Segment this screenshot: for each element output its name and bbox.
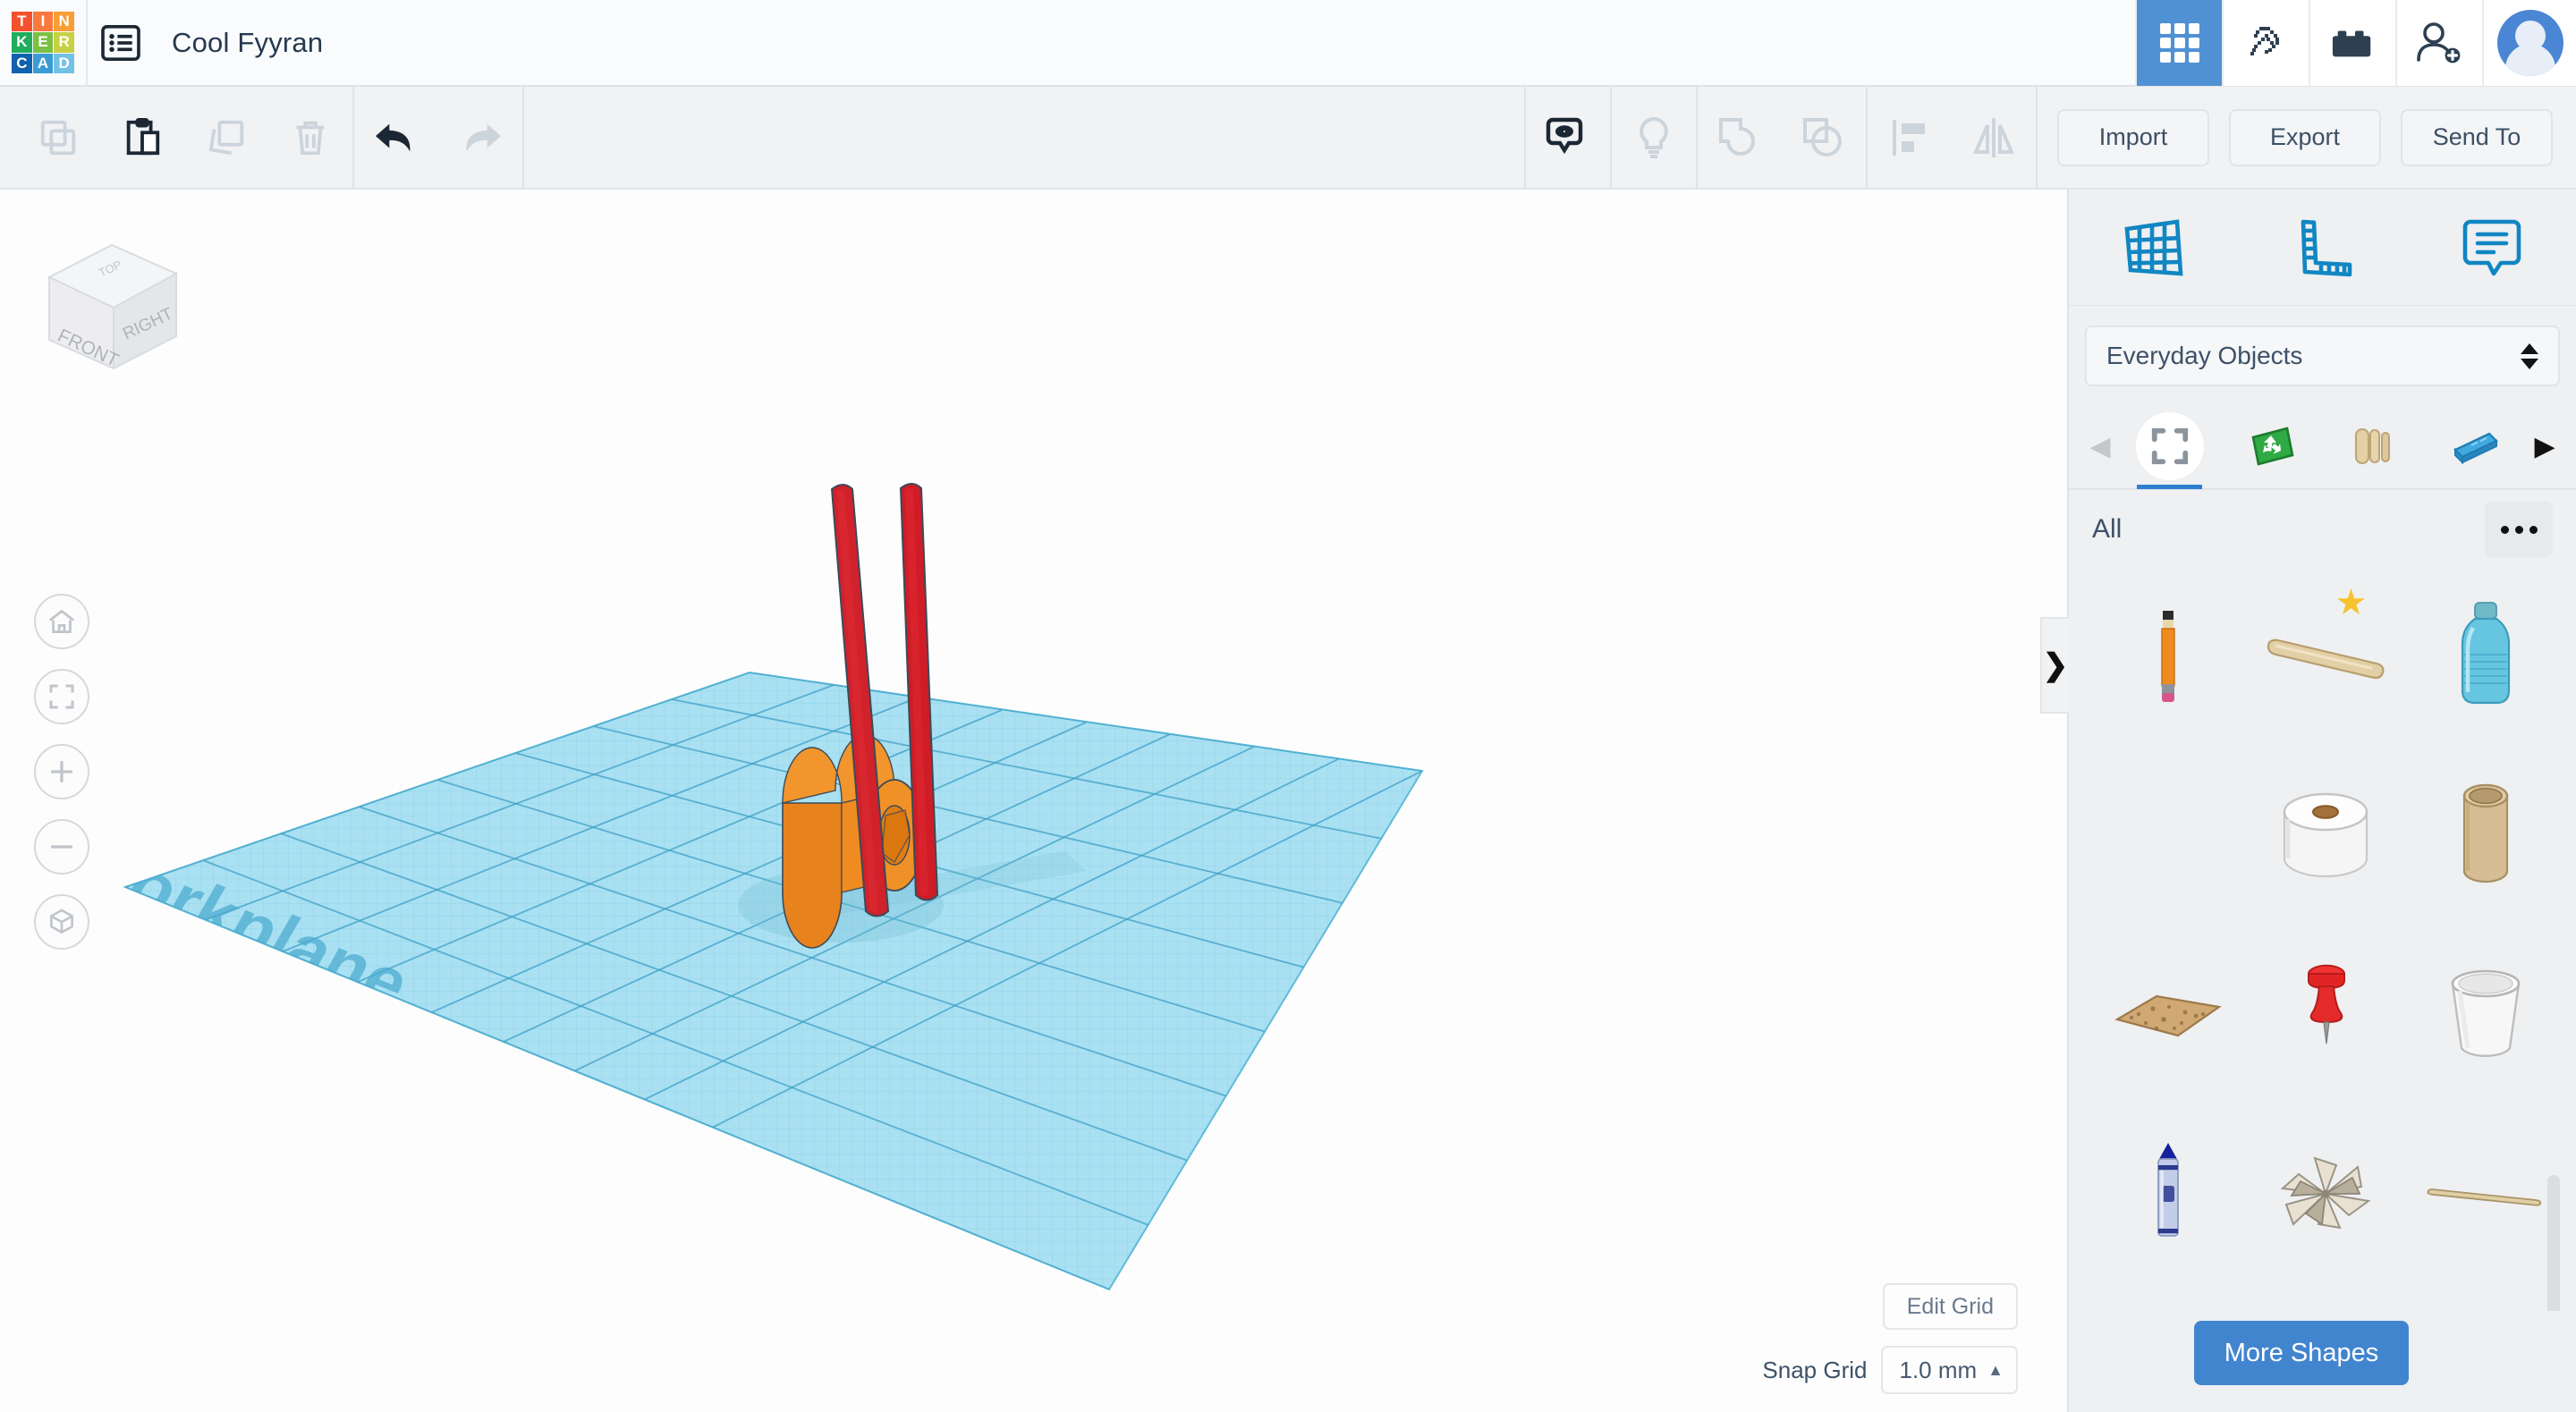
- blocks-grid-icon[interactable]: [2135, 0, 2222, 86]
- shape-grid: ★: [2089, 569, 2565, 1311]
- ruler-tool-icon[interactable]: [2274, 199, 2372, 297]
- top-bar: TIN KER CAD Cool Fyyran: [0, 0, 2576, 87]
- shape-paper-pinwheel[interactable]: [2248, 1105, 2407, 1284]
- send-to-button[interactable]: Send To: [2401, 109, 2553, 166]
- shape-water-bottle[interactable]: [2406, 569, 2565, 748]
- divider: [522, 86, 524, 189]
- category-recycle[interactable]: [2221, 403, 2323, 489]
- zoom-out-icon[interactable]: [34, 819, 89, 875]
- panel-collapse-handle[interactable]: ❯: [2040, 617, 2069, 714]
- notes-tool-icon[interactable]: [2443, 199, 2541, 297]
- panel-tool-tabs: [2069, 190, 2576, 306]
- snap-grid-value: 1.0 mm: [1899, 1357, 1977, 1384]
- shape-toothpick[interactable]: [2406, 1105, 2565, 1284]
- zoom-in-icon[interactable]: [34, 744, 89, 799]
- logo-tile-n: N: [54, 12, 74, 32]
- stepper-arrows-icon: [2521, 343, 2538, 369]
- shape-cork-board[interactable]: [2089, 926, 2248, 1105]
- chevron-up-icon: ▲: [1987, 1361, 2004, 1380]
- shape-library-select[interactable]: Everyday Objects: [2085, 326, 2560, 386]
- duplicate-icon[interactable]: [184, 86, 268, 189]
- 3d-canvas[interactable]: Workplane: [0, 190, 2067, 1412]
- minecraft-pickaxe-icon[interactable]: [2222, 0, 2309, 86]
- shape-grid-scrollbar[interactable]: [2547, 1175, 2560, 1311]
- shape-crayon[interactable]: [2089, 1105, 2248, 1284]
- recycle-icon: [2238, 412, 2306, 480]
- align-icon[interactable]: [1868, 86, 1952, 189]
- shape-popsicle-stick[interactable]: ★: [2248, 569, 2407, 748]
- logo-tile-d: D: [54, 54, 74, 74]
- logo-tile-r: R: [54, 32, 74, 53]
- delete-trash-icon[interactable]: [268, 86, 352, 189]
- shape-toilet-paper-roll[interactable]: [2248, 748, 2407, 926]
- avatar[interactable]: [2482, 0, 2576, 86]
- undo-arrow-icon[interactable]: [354, 86, 438, 189]
- logo-tile-c: C: [12, 54, 32, 74]
- workplane-tool-icon[interactable]: [2105, 199, 2203, 297]
- shape-paper-cup[interactable]: [2406, 926, 2565, 1105]
- snap-grid-select[interactable]: 1.0 mm ▲: [1881, 1346, 2018, 1394]
- stapler-icon: [2441, 412, 2509, 480]
- redo-arrow-icon[interactable]: [438, 86, 522, 189]
- view-cube[interactable]: FRONT RIGHT TOP: [22, 225, 201, 386]
- action-toolbar: Import Export Send To: [0, 87, 2576, 190]
- tinkercad-logo[interactable]: TIN KER CAD: [0, 0, 86, 86]
- logo-tile-i: I: [33, 12, 54, 32]
- export-button[interactable]: Export: [2229, 109, 2381, 166]
- more-options-icon[interactable]: [2485, 502, 2553, 557]
- mirror-icon[interactable]: [1952, 86, 2036, 189]
- shape-push-pin[interactable]: [2248, 926, 2407, 1105]
- tinkercad-app: TIN KER CAD Cool Fyyran: [0, 0, 2576, 1412]
- home-view-icon[interactable]: [34, 594, 89, 649]
- all-brackets-icon: [2136, 412, 2204, 480]
- shape-cardboard-tube[interactable]: [2406, 748, 2565, 926]
- lego-brick-icon[interactable]: [2309, 0, 2395, 86]
- list-menu-icon[interactable]: [88, 0, 154, 86]
- more-shapes-button[interactable]: More Shapes: [2194, 1321, 2409, 1385]
- section-header: All: [2069, 490, 2576, 569]
- divider: [2036, 86, 2038, 189]
- shape-pencil[interactable]: [2089, 569, 2248, 748]
- category-next-arrow[interactable]: ▶: [2526, 431, 2563, 462]
- logo-tile-t: T: [12, 12, 32, 32]
- section-label: All: [2092, 514, 2122, 545]
- show-hide-eye-icon[interactable]: [1526, 86, 1610, 189]
- category-stapler[interactable]: [2424, 403, 2526, 489]
- chevron-right-icon: ❯: [2043, 647, 2069, 683]
- top-bar-right-actions: [2135, 0, 2576, 86]
- shape-empty-1: [2089, 748, 2248, 926]
- snap-grid-label: Snap Grid: [1762, 1357, 1867, 1384]
- logo-tile-k: K: [12, 32, 32, 53]
- shapes-panel: ❯: [2067, 190, 2576, 1412]
- copy-icon[interactable]: [16, 86, 100, 189]
- logo-tile-a: A: [33, 54, 54, 74]
- category-sticks[interactable]: [2323, 403, 2425, 489]
- logo-tile-e: E: [33, 32, 54, 53]
- category-all[interactable]: [2119, 403, 2221, 489]
- lightbulb-icon[interactable]: [1612, 86, 1696, 189]
- shape-library-value: Everyday Objects: [2106, 342, 2302, 370]
- import-button[interactable]: Import: [2057, 109, 2209, 166]
- workplane-scene: Workplane: [0, 190, 2067, 1412]
- edit-grid-button[interactable]: Edit Grid: [1883, 1283, 2018, 1330]
- group-icon[interactable]: [1698, 86, 1782, 189]
- page-title: Cool Fyyran: [172, 27, 323, 59]
- fit-to-view-icon[interactable]: [34, 669, 89, 724]
- snap-grid-control: Snap Grid 1.0 mm ▲: [1762, 1346, 2018, 1394]
- perspective-toggle-icon[interactable]: [34, 894, 89, 950]
- ungroup-icon[interactable]: [1782, 86, 1866, 189]
- paste-icon[interactable]: [100, 86, 184, 189]
- add-person-icon[interactable]: [2395, 0, 2482, 86]
- category-strip: ◀: [2069, 404, 2576, 490]
- wooden-sticks-icon: [2339, 412, 2407, 480]
- category-prev-arrow[interactable]: ◀: [2081, 431, 2119, 462]
- star-icon: ★: [2334, 585, 2367, 621]
